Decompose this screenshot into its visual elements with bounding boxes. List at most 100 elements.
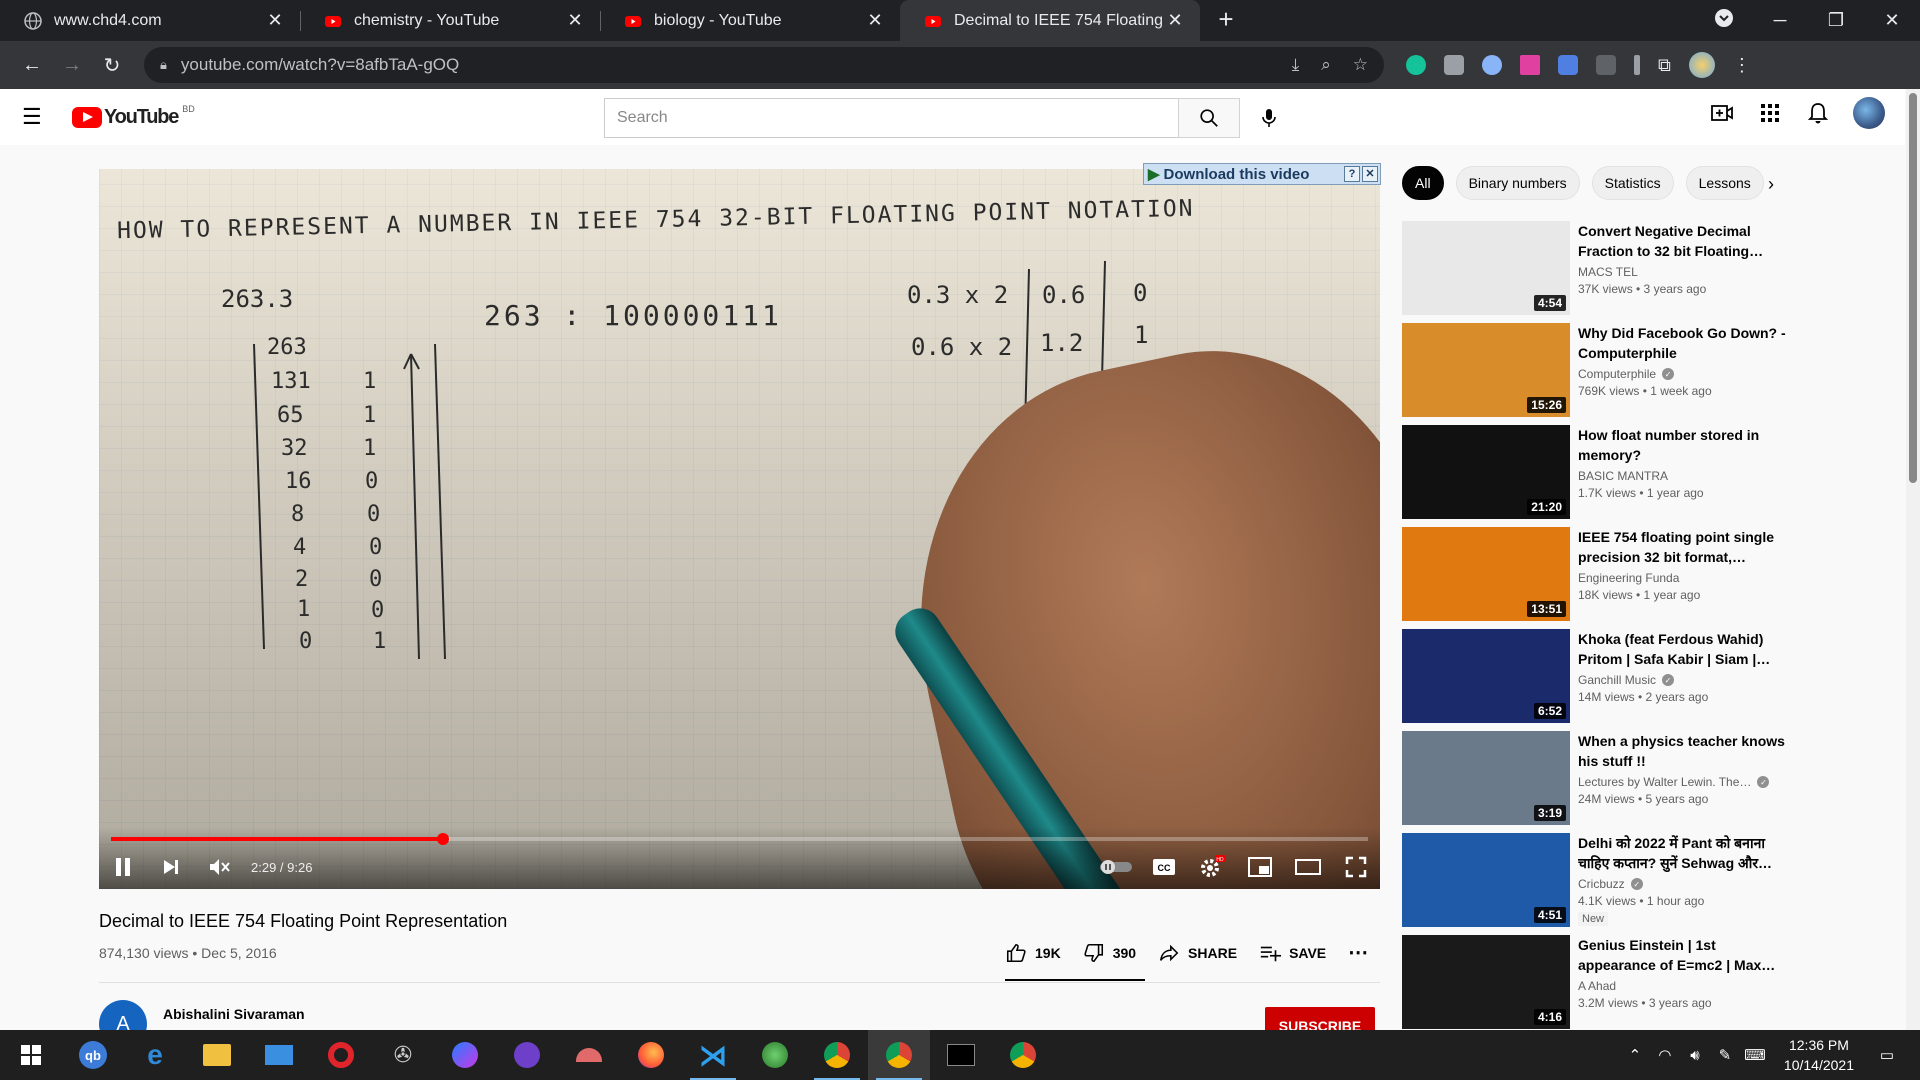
scrollbar-thumb[interactable] — [1909, 93, 1917, 483]
fullscreen-button[interactable] — [1332, 856, 1380, 878]
browser-tab[interactable]: chemistry - YouTube ✕ — [300, 0, 600, 41]
terminal-app[interactable] — [930, 1030, 992, 1080]
settings-button[interactable]: HD — [1188, 855, 1236, 879]
extension-pen-icon[interactable] — [1634, 55, 1640, 75]
close-tab-icon[interactable]: ✕ — [864, 10, 886, 31]
grammarly-icon[interactable] — [1406, 55, 1426, 75]
scrubber-knob[interactable] — [436, 833, 449, 845]
hamburger-menu-icon[interactable]: ☰ — [22, 104, 58, 130]
messenger-app[interactable] — [434, 1030, 496, 1080]
user-avatar[interactable] — [1853, 97, 1885, 129]
recommendation-title[interactable]: Khoka (feat Ferdous Wahid) Pritom | Safa… — [1578, 629, 1788, 669]
subtitles-button[interactable]: CC — [1140, 858, 1188, 876]
browser-tab[interactable]: biology - YouTube ✕ — [600, 0, 900, 41]
close-tab-icon[interactable]: ✕ — [564, 10, 586, 31]
pen-icon[interactable]: ✎ — [1710, 1046, 1740, 1064]
search-button[interactable] — [1178, 98, 1240, 138]
opera-app[interactable] — [310, 1030, 372, 1080]
recommendation-title[interactable]: IEEE 754 floating point single precision… — [1578, 527, 1788, 567]
recommendation-channel[interactable]: Ganchill Music — [1578, 673, 1656, 687]
recommendation-item[interactable]: 4:16 Genius Einstein | 1st appearance of … — [1402, 935, 1822, 1029]
more-actions-button[interactable]: ⋯ — [1348, 940, 1368, 965]
reload-icon[interactable]: ↻ — [92, 53, 132, 78]
lock-icon[interactable]: 🔒︎ — [160, 57, 167, 73]
recommendation-title[interactable]: Genius Einstein | 1st appearance of E=mc… — [1578, 935, 1788, 975]
parachute-app[interactable] — [558, 1030, 620, 1080]
next-button[interactable] — [147, 857, 195, 877]
recommendation-channel[interactable]: BASIC MANTRA — [1578, 469, 1668, 483]
close-tab-icon[interactable]: ✕ — [1164, 10, 1186, 31]
camera-icon[interactable] — [1444, 55, 1464, 75]
vscode-app[interactable]: ⋊ — [682, 1030, 744, 1080]
install-icon[interactable]: ⤓ — [1292, 55, 1300, 75]
browser-menu-icon[interactable]: ⋮ — [1733, 55, 1751, 76]
video-thumbnail[interactable]: 4:16 — [1402, 935, 1570, 1029]
back-arrow-icon[interactable]: ← — [12, 54, 52, 77]
progress-bar[interactable] — [111, 833, 1368, 845]
github-app[interactable] — [496, 1030, 558, 1080]
puzzle-extensions-icon[interactable]: ⧉ — [1658, 55, 1671, 76]
close-window-icon[interactable]: ✕ — [1864, 10, 1920, 31]
browser-tab[interactable]: www.chd4.com ✕ — [0, 0, 300, 41]
video-thumbnail[interactable]: 13:51 — [1402, 527, 1570, 621]
extension-flag-icon[interactable] — [1520, 55, 1540, 75]
earth-app[interactable] — [744, 1030, 806, 1080]
download-video-overlay[interactable]: ▶ Download this video ? ✕ — [1143, 163, 1381, 185]
recommendation-channel[interactable]: Computerphile — [1578, 367, 1656, 381]
profile-avatar-icon[interactable] — [1688, 52, 1715, 78]
recommendation-channel[interactable]: Engineering Funda — [1578, 571, 1679, 585]
video-thumbnail[interactable]: 6:52 — [1402, 629, 1570, 723]
apps-grid-icon[interactable] — [1757, 100, 1783, 126]
youtube-logo[interactable]: YouTube BD — [72, 104, 195, 129]
page-scrollbar[interactable] — [1906, 89, 1920, 1030]
like-button[interactable]: 19K — [1005, 942, 1061, 964]
video-thumbnail[interactable]: 15:26 — [1402, 323, 1570, 417]
mail-app[interactable] — [248, 1030, 310, 1080]
chrome-app[interactable] — [806, 1030, 868, 1080]
zoom-icon[interactable]: ⌕ — [1321, 55, 1331, 75]
recommendation-channel[interactable]: Cricbuzz — [1578, 877, 1625, 891]
chevron-right-icon[interactable]: › — [1768, 174, 1774, 195]
edge-app[interactable]: e — [124, 1030, 186, 1080]
recommendation-title[interactable]: When a physics teacher knows his stuff !… — [1578, 731, 1788, 771]
address-bar[interactable]: 🔒︎ youtube.com/watch?v=8afbTaA-gOQ ⤓ ⌕ ☆ — [144, 47, 1384, 83]
satellite-app[interactable]: ✇ — [372, 1030, 434, 1080]
recommendation-item[interactable]: 3:19 When a physics teacher knows his stu… — [1402, 731, 1822, 825]
chip-all[interactable]: All — [1402, 166, 1444, 200]
recommendation-item[interactable]: 4:54 Convert Negative Decimal Fraction to… — [1402, 221, 1822, 315]
mute-button[interactable] — [195, 856, 243, 878]
create-video-icon[interactable] — [1709, 100, 1735, 126]
share-button[interactable]: SHARE — [1158, 942, 1237, 964]
start-button[interactable] — [0, 1030, 62, 1080]
bookmark-star-icon[interactable]: ☆ — [1353, 55, 1368, 75]
recommendation-item[interactable]: 6:52 Khoka (feat Ferdous Wahid) Pritom | … — [1402, 629, 1822, 723]
recommendation-title[interactable]: Convert Negative Decimal Fraction to 32 … — [1578, 221, 1788, 261]
video-player[interactable]: HOW TO REPRESENT A NUMBER IN IEEE 754 32… — [99, 169, 1380, 889]
url-text[interactable]: youtube.com/watch?v=8afbTaA-gOQ — [181, 55, 1292, 75]
minimize-icon[interactable]: ─ — [1752, 10, 1808, 31]
autoplay-toggle[interactable] — [1092, 859, 1140, 875]
forward-arrow-icon[interactable]: → — [52, 54, 92, 77]
voice-search-button[interactable] — [1252, 101, 1286, 135]
tray-chevron-up-icon[interactable]: ⌃ — [1620, 1046, 1650, 1064]
new-tab-button[interactable]: + — [1206, 4, 1246, 35]
recommendation-item[interactable]: 15:26 Why Did Facebook Go Down? - Compute… — [1402, 323, 1822, 417]
tab-search-icon[interactable] — [1696, 8, 1752, 33]
taskbar-clock[interactable]: 12:36 PM 10/14/2021 — [1784, 1035, 1854, 1075]
help-icon[interactable]: ? — [1344, 166, 1360, 182]
extension-cast-icon[interactable] — [1596, 55, 1616, 75]
notifications-icon[interactable]: ▭ — [1872, 1046, 1902, 1064]
recommendation-item[interactable]: 21:20 How float number stored in memory? B… — [1402, 425, 1822, 519]
notifications-bell-icon[interactable] — [1805, 100, 1831, 126]
save-button[interactable]: SAVE — [1259, 942, 1326, 964]
chrome-app-active[interactable] — [868, 1030, 930, 1080]
recommendation-title[interactable]: Delhi को 2022 में Pant को बनाना चाहिए कप… — [1578, 833, 1788, 873]
video-thumbnail[interactable]: 4:51 — [1402, 833, 1570, 927]
recommendation-title[interactable]: How float number stored in memory? — [1578, 425, 1788, 465]
recommendation-item[interactable]: 4:51 Delhi को 2022 में Pant को बनाना चाहि… — [1402, 833, 1822, 927]
maximize-icon[interactable]: ❐ — [1808, 10, 1864, 31]
browser-tab-active[interactable]: Decimal to IEEE 754 Floating Poin ✕ — [900, 0, 1200, 41]
file-explorer-app[interactable] — [186, 1030, 248, 1080]
video-thumbnail[interactable]: 21:20 — [1402, 425, 1570, 519]
pause-button[interactable] — [99, 856, 147, 878]
